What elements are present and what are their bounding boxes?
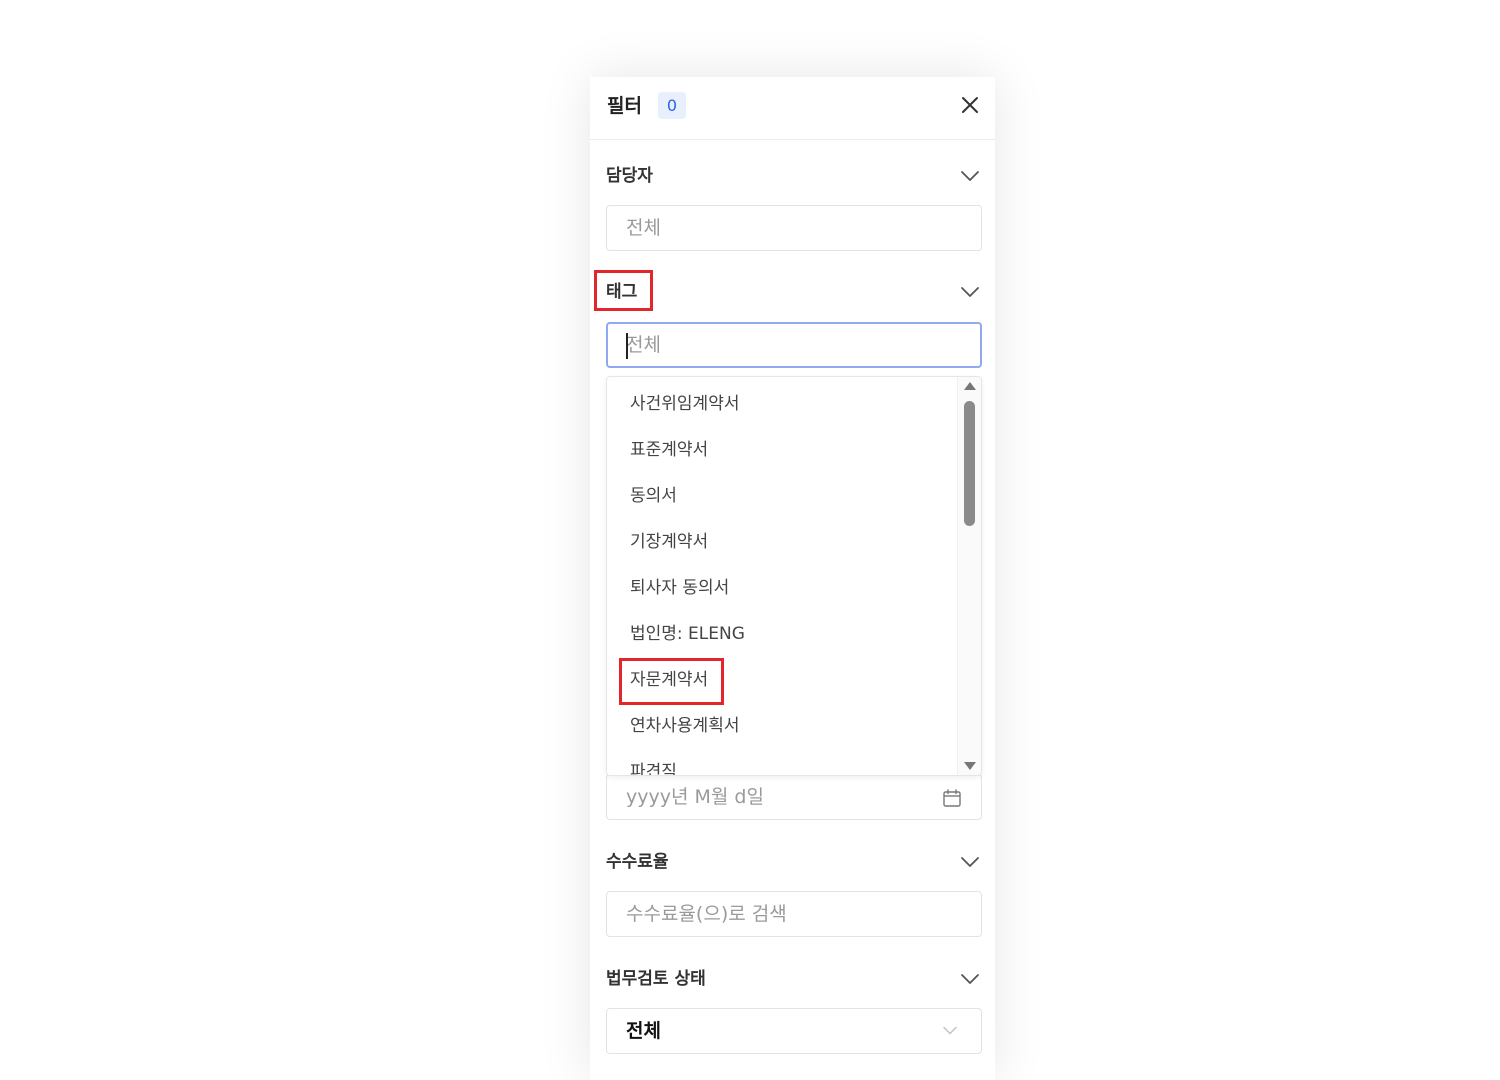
triangle-up-icon[interactable] xyxy=(963,381,977,391)
scrollbar-thumb[interactable] xyxy=(964,401,975,526)
tag-option[interactable]: 사건위임계약서 xyxy=(607,381,957,427)
fee-rate-input[interactable] xyxy=(607,892,981,936)
tag-search-input[interactable] xyxy=(608,324,980,366)
tag-option[interactable]: 자문계약서 xyxy=(607,657,957,703)
tag-field[interactable] xyxy=(606,322,982,368)
date-field[interactable] xyxy=(606,774,982,820)
tag-option[interactable]: 법인명: ELENG xyxy=(607,611,957,657)
legal-review-selected-value: 전체 xyxy=(626,1020,661,1042)
tag-option[interactable]: 표준계약서 xyxy=(607,427,957,473)
tag-option[interactable]: 퇴사자 동의서 xyxy=(607,565,957,611)
section-label-assignee: 담당자 xyxy=(606,166,653,186)
section-header-fee-rate[interactable]: 수수료율 xyxy=(606,847,982,877)
assignee-input[interactable] xyxy=(607,206,981,250)
text-cursor xyxy=(626,333,628,359)
triangle-down-icon[interactable] xyxy=(963,761,977,771)
chevron-down-icon[interactable] xyxy=(960,855,980,869)
filter-panel: 필터 0 담당자 태그 사건위임계약서 표준계약서 동의서 xyxy=(590,77,995,1080)
date-input[interactable] xyxy=(607,775,981,819)
section-header-legal-review[interactable]: 법무검토 상태 xyxy=(606,964,982,994)
calendar-icon[interactable] xyxy=(942,788,962,808)
fee-rate-field[interactable] xyxy=(606,891,982,937)
tag-option[interactable]: 기장계약서 xyxy=(607,519,957,565)
tag-options: 사건위임계약서 표준계약서 동의서 기장계약서 퇴사자 동의서 법인명: ELE… xyxy=(607,381,957,775)
chevron-down-icon[interactable] xyxy=(960,285,980,299)
section-label-legal-review: 법무검토 상태 xyxy=(606,969,706,989)
filter-count-badge: 0 xyxy=(658,92,686,119)
close-button[interactable] xyxy=(960,95,980,115)
dropdown-scrollbar[interactable] xyxy=(957,377,981,775)
filter-header: 필터 0 xyxy=(590,77,995,140)
chevron-down-icon[interactable] xyxy=(960,972,980,986)
chevron-down-icon[interactable] xyxy=(943,1026,957,1035)
legal-review-select[interactable]: 전체 xyxy=(606,1008,982,1054)
filter-title: 필터 xyxy=(607,95,642,117)
tag-option[interactable]: 연차사용계획서 xyxy=(607,703,957,749)
section-header-assignee[interactable]: 담당자 xyxy=(606,161,982,191)
section-label-tag: 태그 xyxy=(606,282,638,302)
tag-option[interactable]: 파견직 xyxy=(607,749,957,775)
tag-option[interactable]: 동의서 xyxy=(607,473,957,519)
tag-dropdown-list[interactable]: 사건위임계약서 표준계약서 동의서 기장계약서 퇴사자 동의서 법인명: ELE… xyxy=(606,376,982,776)
close-icon[interactable] xyxy=(960,95,980,115)
assignee-field[interactable] xyxy=(606,205,982,251)
chevron-down-icon[interactable] xyxy=(960,169,980,183)
section-label-fee-rate: 수수료율 xyxy=(606,852,669,872)
section-header-tag[interactable]: 태그 xyxy=(606,277,982,307)
